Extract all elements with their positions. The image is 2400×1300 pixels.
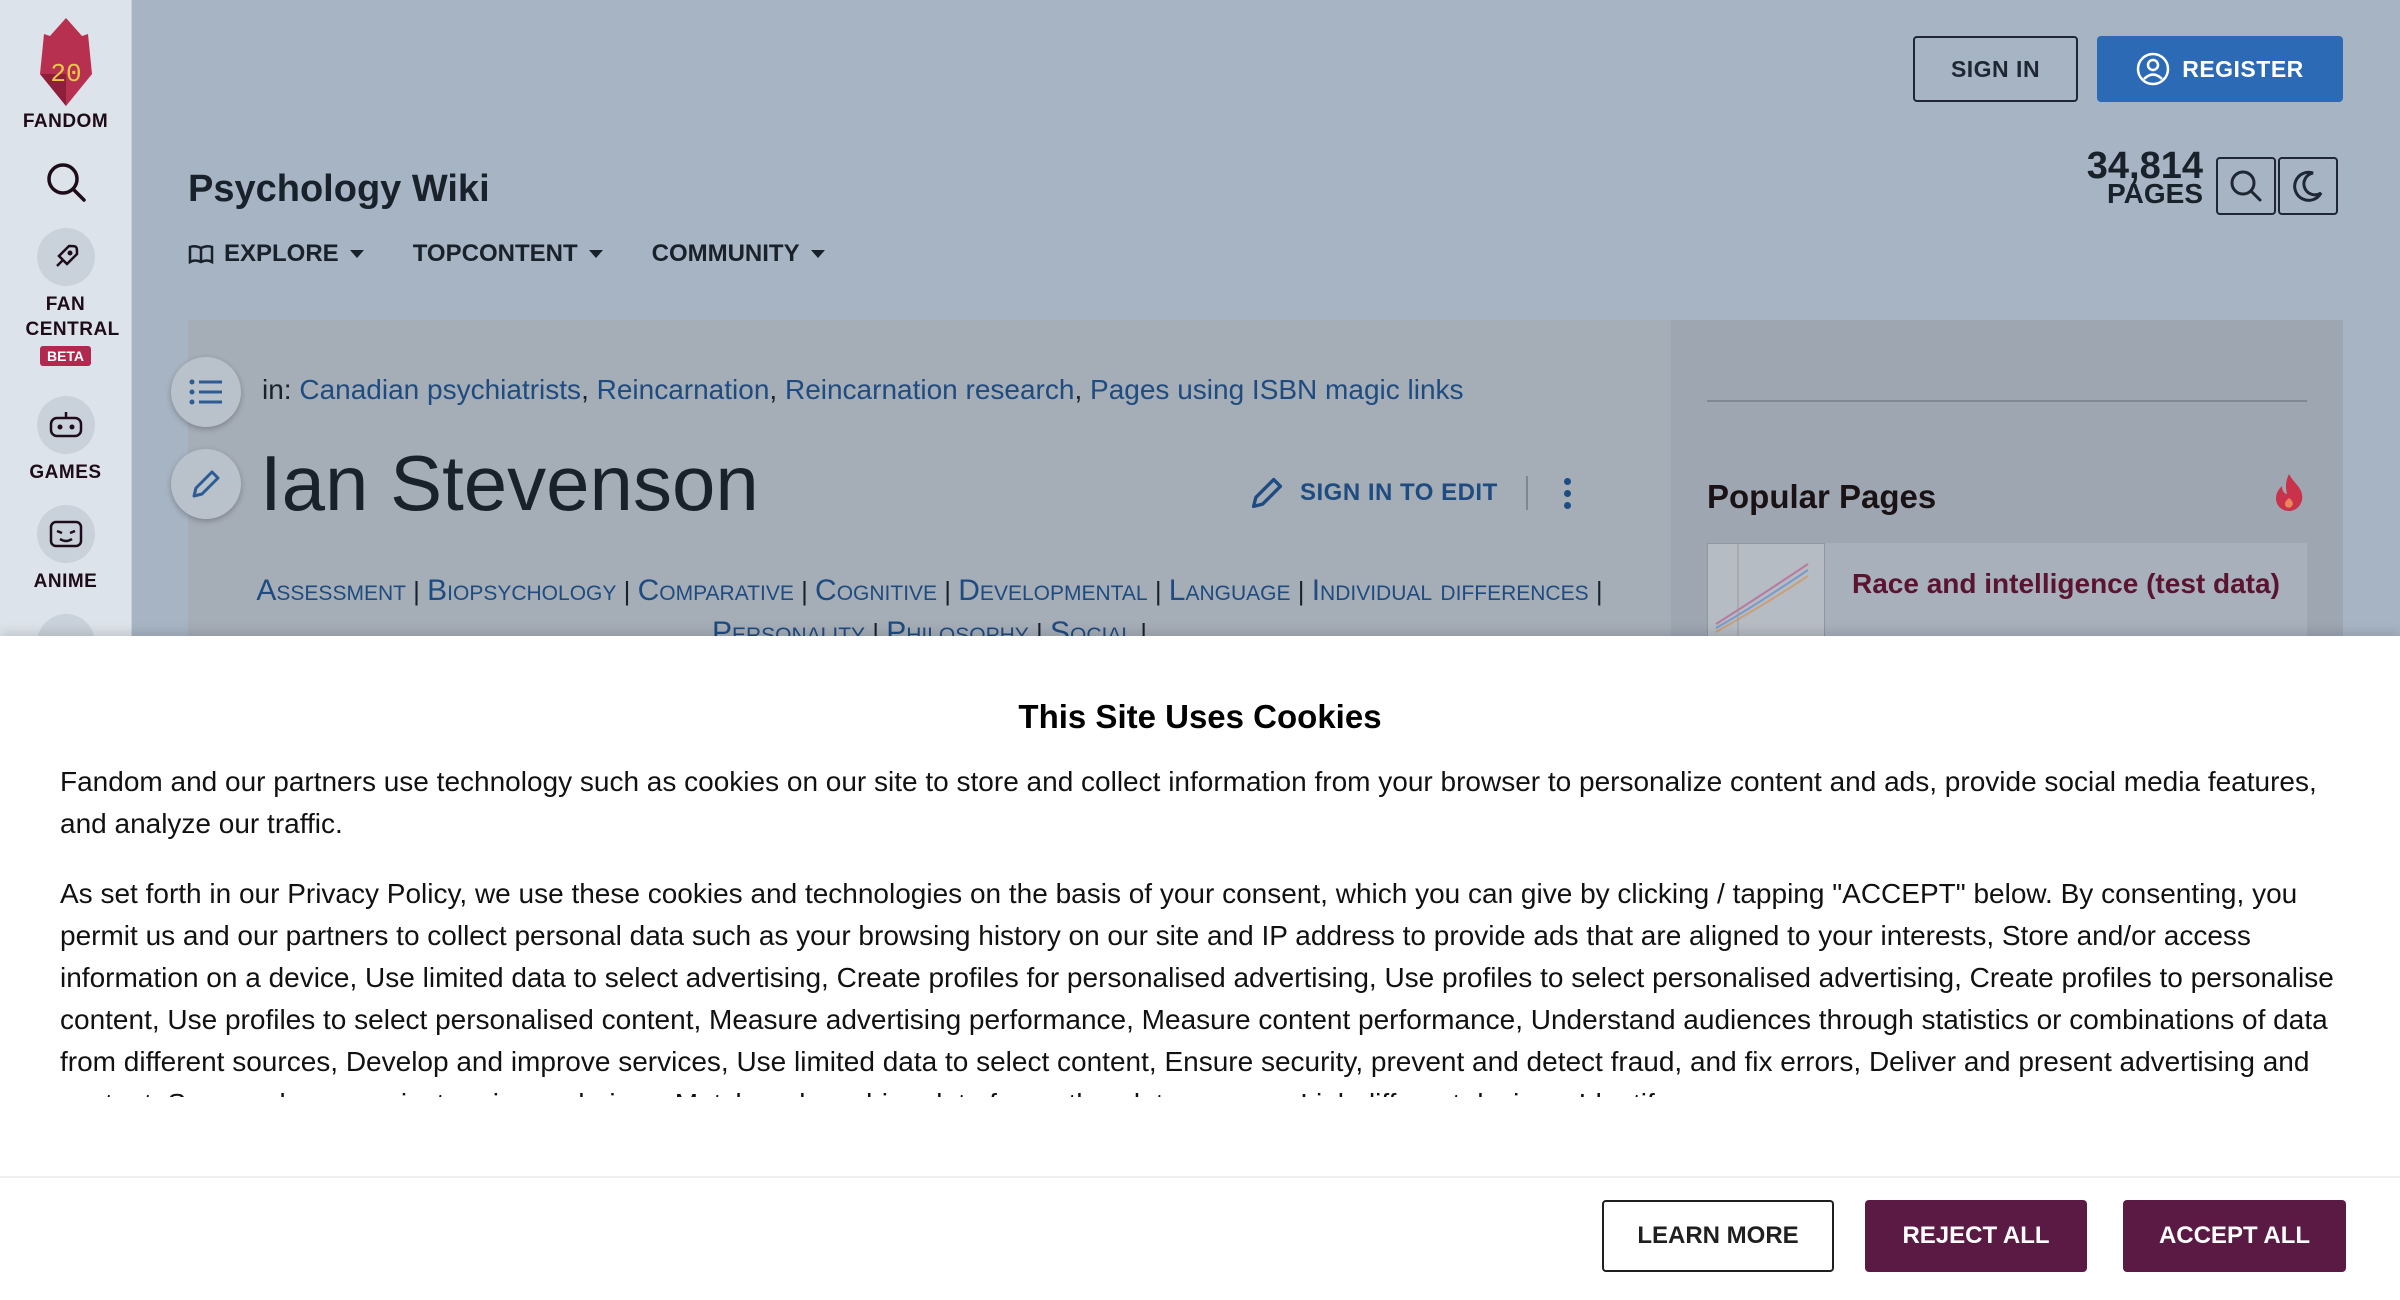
rail-label-anime: ANIME bbox=[33, 571, 98, 592]
logo-number: 20 bbox=[50, 59, 81, 89]
search-icon bbox=[46, 163, 86, 202]
category-link[interactable]: Pages using ISBN magic links bbox=[1090, 374, 1464, 405]
topic-link[interactable]: Biopsychology bbox=[427, 574, 616, 607]
topic-link[interactable]: Assessment bbox=[256, 574, 406, 607]
wiki-nav: EXPLORE TOPCONTENT COMMUNITY bbox=[188, 240, 826, 268]
popular-page-title: Race and intelligence (test data) bbox=[1852, 568, 2280, 599]
topic-link[interactable]: Cognitive bbox=[815, 574, 937, 607]
category-link[interactable]: Reincarnation bbox=[597, 374, 770, 405]
fandom-flame-icon: 20 bbox=[39, 18, 92, 106]
popular-page-thumbnail bbox=[1707, 543, 1825, 643]
cookie-title: This Site Uses Cookies bbox=[1018, 698, 1382, 735]
fandom-logo[interactable]: 20 FANDOM bbox=[0, 14, 131, 134]
actions-divider bbox=[1525, 476, 1528, 510]
nav-explore-label: EXPLORE bbox=[224, 240, 339, 267]
pencil-icon bbox=[192, 470, 220, 498]
right-rail-divider bbox=[1707, 400, 2307, 402]
caret-down-icon bbox=[588, 250, 603, 258]
rail-label-fan-central: FAN CENTRAL bbox=[25, 294, 120, 340]
more-actions-icon[interactable] bbox=[1563, 477, 1571, 509]
category-list: in: Canadian psychiatrists, Reincarnatio… bbox=[262, 374, 1464, 405]
popular-page-item[interactable]: Race and intelligence (test data) bbox=[1707, 543, 2307, 643]
caret-down-icon bbox=[810, 250, 825, 258]
user-icon bbox=[2136, 52, 2170, 86]
category-link[interactable]: Reincarnation research bbox=[785, 374, 1075, 405]
category-link[interactable]: Canadian psychiatrists bbox=[299, 374, 581, 405]
list-icon bbox=[189, 379, 222, 405]
nav-community[interactable]: COMMUNITY bbox=[652, 240, 826, 268]
page-actions: SIGN IN TO EDIT bbox=[1248, 474, 1571, 512]
page-count: 34,814 PAGES bbox=[2083, 145, 2203, 208]
theme-toggle-button[interactable] bbox=[2278, 157, 2338, 215]
gamepad-icon bbox=[36, 396, 95, 454]
register-button[interactable]: REGISTER bbox=[2097, 36, 2343, 102]
wiki-title[interactable]: Psychology Wiki bbox=[188, 168, 490, 211]
rail-item-games[interactable]: GAMES bbox=[0, 396, 131, 485]
rail-label-games: GAMES bbox=[29, 462, 102, 483]
caret-down-icon bbox=[349, 250, 364, 258]
topic-link[interactable]: Language bbox=[1169, 574, 1291, 607]
cookie-consent-banner: This Site Uses Cookies Fandom and our pa… bbox=[0, 636, 2400, 1300]
register-label: REGISTER bbox=[2182, 55, 2304, 82]
sign-in-to-edit-button[interactable]: SIGN IN TO EDIT bbox=[1300, 479, 1498, 507]
book-icon bbox=[188, 244, 214, 264]
moon-icon bbox=[2293, 170, 2323, 202]
beta-badge: BETA bbox=[39, 346, 92, 366]
cookie-paragraph-1: Fandom and our partners use technology s… bbox=[60, 766, 2317, 839]
rocket-icon bbox=[36, 228, 95, 286]
rail-item-fan-central[interactable]: FAN CENTRAL BETA bbox=[0, 228, 131, 366]
pencil-icon bbox=[1251, 477, 1283, 509]
topic-link[interactable]: Developmental bbox=[958, 574, 1147, 607]
page-title: Ian Stevenson bbox=[260, 439, 759, 527]
page-count-number: 34,814 bbox=[2086, 145, 2203, 187]
nav-topcontent-label: TOPCONTENT bbox=[412, 240, 578, 267]
nav-topcontent[interactable]: TOPCONTENT bbox=[413, 240, 604, 268]
learn-more-button[interactable]: LEARN MORE bbox=[1602, 1200, 1834, 1272]
popular-pages-title: Popular Pages bbox=[1707, 478, 1937, 515]
search-icon bbox=[2230, 170, 2262, 202]
anime-face-icon bbox=[36, 505, 95, 563]
cookie-paragraph-2: As set forth in our Privacy Policy, we u… bbox=[60, 878, 2334, 1097]
sign-in-button[interactable]: SIGN IN bbox=[1913, 36, 2078, 102]
edit-float-button[interactable] bbox=[171, 449, 241, 519]
wiki-search-button[interactable] bbox=[2216, 157, 2276, 215]
rail-item-anime[interactable]: ANIME bbox=[0, 505, 131, 594]
topic-link[interactable]: Comparative bbox=[638, 574, 794, 607]
reject-all-button[interactable]: REJECT ALL bbox=[1865, 1200, 2087, 1272]
cookie-text-scroll[interactable]: Fandom and our partners use technology s… bbox=[60, 761, 2340, 1097]
nav-community-label: COMMUNITY bbox=[651, 240, 800, 267]
accept-all-button[interactable]: ACCEPT ALL bbox=[2123, 1200, 2346, 1272]
categories-prefix: in: bbox=[262, 374, 292, 405]
cookie-actions: LEARN MORE REJECT ALL ACCEPT ALL bbox=[0, 1176, 2400, 1300]
rail-search[interactable] bbox=[0, 160, 131, 209]
flame-icon bbox=[2276, 474, 2303, 511]
fandom-label: FANDOM bbox=[22, 111, 109, 132]
toc-button[interactable] bbox=[171, 357, 241, 427]
nav-explore[interactable]: EXPLORE bbox=[188, 240, 365, 268]
topic-link[interactable]: Individual differences bbox=[1312, 574, 1589, 607]
